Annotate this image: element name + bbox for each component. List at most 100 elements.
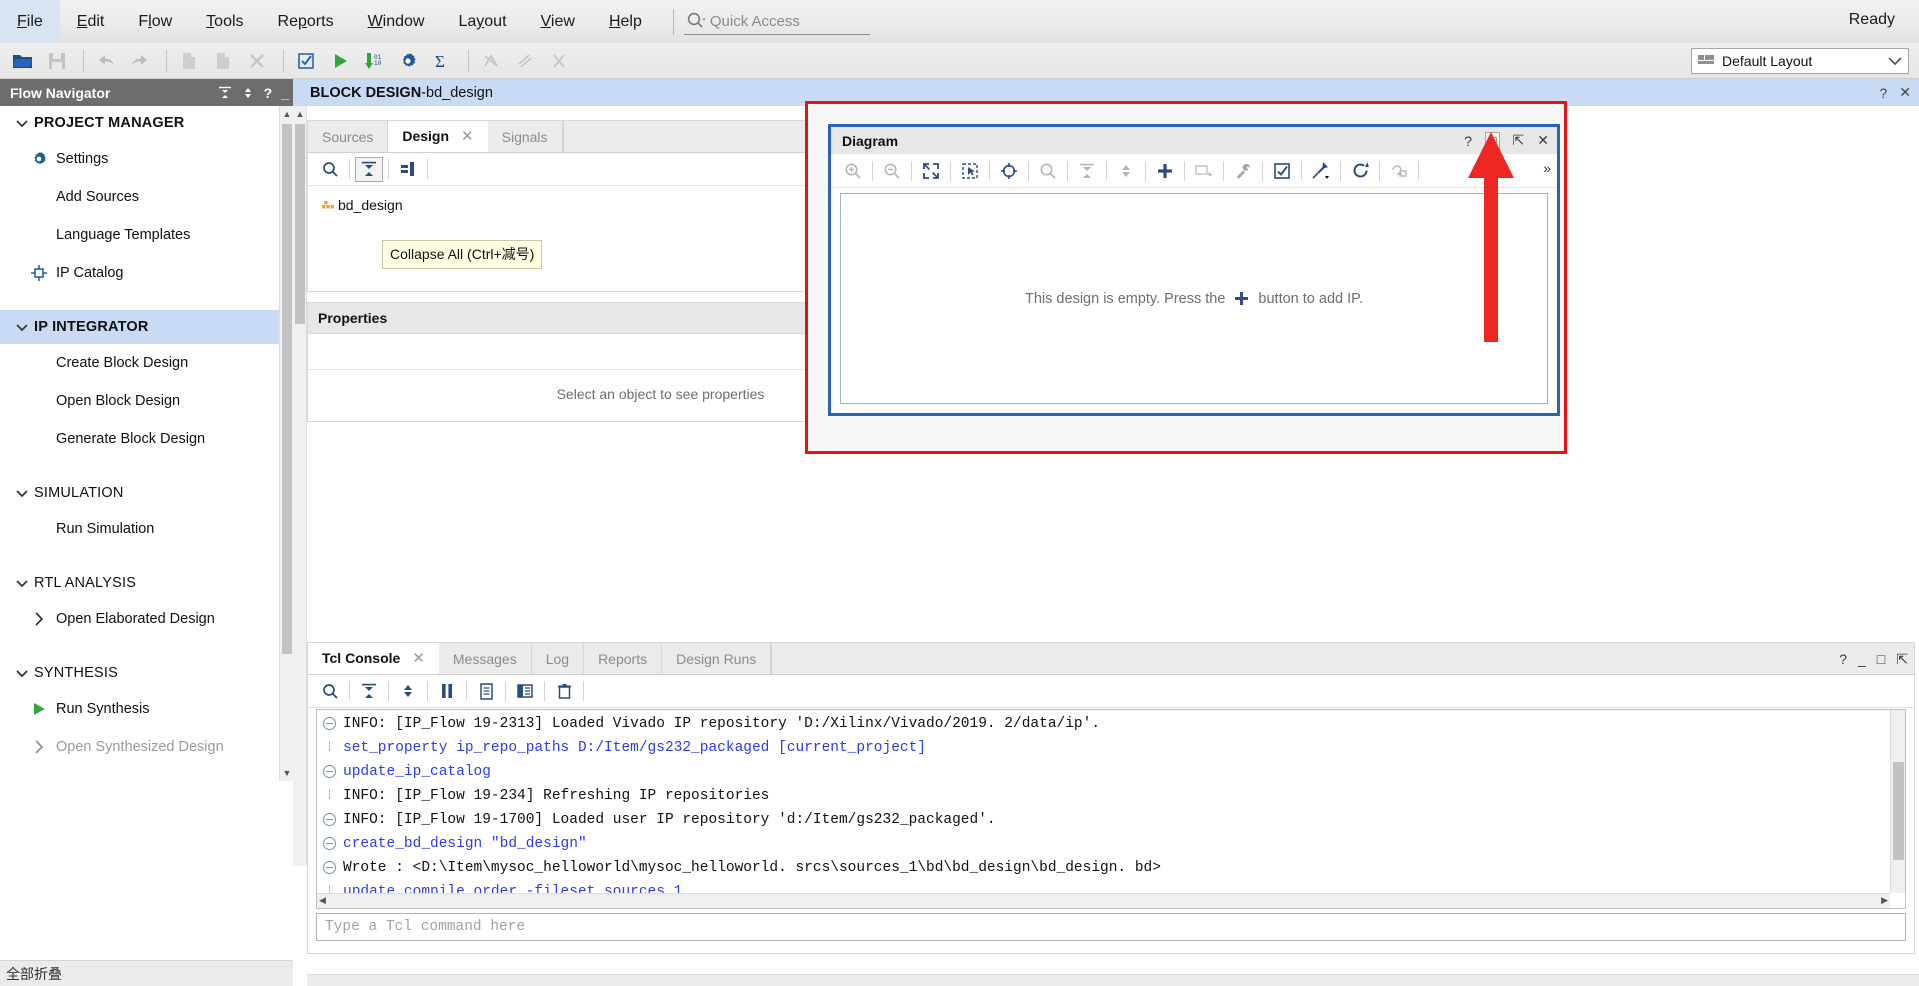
- help-icon[interactable]: ?: [1879, 85, 1887, 101]
- search-input[interactable]: [683, 8, 870, 35]
- copy-icon[interactable]: [174, 47, 204, 75]
- float-icon[interactable]: ⇱: [1896, 651, 1908, 668]
- sidebar-group-simulation[interactable]: SIMULATION: [0, 476, 293, 510]
- scroll-up-arrow-icon[interactable]: ▲: [293, 106, 307, 122]
- menu-flow[interactable]: Flow: [121, 0, 189, 43]
- block-automation-wrench-icon[interactable]: [1229, 158, 1257, 183]
- paste-icon[interactable]: [208, 47, 238, 75]
- route-icon[interactable]: [510, 47, 540, 75]
- save-icon[interactable]: [42, 47, 72, 75]
- tab-reports[interactable]: Reports: [584, 643, 663, 674]
- cut-icon[interactable]: [544, 47, 574, 75]
- expand-collapse-icon[interactable]: [394, 679, 422, 704]
- redo-icon[interactable]: [125, 47, 155, 75]
- quick-access[interactable]: [683, 7, 870, 37]
- tab-log[interactable]: Log: [532, 643, 585, 674]
- sidebar-item-add-sources[interactable]: Add Sources: [0, 178, 293, 216]
- log-fold-node[interactable]: [323, 765, 336, 778]
- zoom-selection-icon[interactable]: [956, 158, 984, 183]
- close-icon[interactable]: ✕: [412, 649, 425, 667]
- scrollbar-thumb[interactable]: [282, 124, 292, 654]
- scrollbar-thumb[interactable]: [295, 124, 305, 324]
- sidebar-item-settings[interactable]: Settings: [0, 140, 293, 178]
- sidebar-item-run-simulation[interactable]: Run Simulation: [0, 510, 293, 548]
- sidebar-item-ip-catalog[interactable]: IP Catalog: [0, 254, 293, 292]
- create-port-icon[interactable]: [1190, 158, 1218, 183]
- minimize-icon[interactable]: _: [281, 86, 289, 100]
- tab-design-runs[interactable]: Design Runs: [662, 643, 772, 674]
- tab-tcl-console[interactable]: Tcl Console ✕: [308, 643, 439, 674]
- scroll-down-arrow-icon[interactable]: ▼: [280, 765, 293, 781]
- close-icon[interactable]: ✕: [461, 127, 474, 145]
- run-icon[interactable]: [325, 47, 355, 75]
- tab-signals[interactable]: Signals: [488, 121, 563, 152]
- sidebar-scrollbar[interactable]: ▲ ▼: [279, 106, 293, 781]
- collapse-all-icon[interactable]: [355, 679, 383, 704]
- search-icon[interactable]: [316, 679, 344, 704]
- tcl-command-input[interactable]: [316, 913, 1906, 941]
- menu-tools[interactable]: Tools: [189, 0, 260, 43]
- validate-design-icon[interactable]: [291, 47, 321, 75]
- zoom-out-icon[interactable]: [878, 158, 906, 183]
- collapse-all-icon[interactable]: [218, 86, 232, 100]
- log-fold-node[interactable]: [323, 861, 336, 874]
- sidebar-item-open-elaborated-design[interactable]: Open Elaborated Design: [0, 600, 293, 638]
- pin-icon[interactable]: [1307, 158, 1335, 183]
- timing-icon[interactable]: [476, 47, 506, 75]
- sidebar-group-ip-integrator[interactable]: IP INTEGRATOR: [0, 310, 293, 344]
- log-fold-node[interactable]: [323, 813, 336, 826]
- log-fold-node[interactable]: [323, 837, 336, 850]
- menu-help[interactable]: Help: [592, 0, 659, 43]
- open-log-icon[interactable]: [511, 679, 539, 704]
- sidebar-item-open-synthesized-design[interactable]: Open Synthesized Design: [0, 728, 293, 766]
- add-ip-plus-icon[interactable]: [1151, 158, 1179, 183]
- sidebar-item-run-synthesis[interactable]: Run Synthesis: [0, 690, 293, 728]
- sidebar-item-open-block-design[interactable]: Open Block Design: [0, 382, 293, 420]
- collapse-all-icon[interactable]: [355, 156, 383, 182]
- collapse-all-icon[interactable]: [1073, 158, 1101, 183]
- menu-reports[interactable]: Reports: [261, 0, 351, 43]
- sidebar-group-synthesis[interactable]: SYNTHESIS: [0, 656, 293, 690]
- sidebar-item-create-block-design[interactable]: Create Block Design: [0, 344, 293, 382]
- sidebar-group-project-manager[interactable]: PROJECT MANAGER: [0, 106, 293, 140]
- validate-design-icon[interactable]: [1268, 158, 1296, 183]
- sidebar-group-rtl-analysis[interactable]: RTL ANALYSIS: [0, 566, 293, 600]
- scrollbar-thumb[interactable]: [1893, 762, 1904, 860]
- layout-selector[interactable]: Default Layout: [1691, 48, 1909, 74]
- settings-gear-icon[interactable]: [393, 47, 423, 75]
- refresh-icon[interactable]: [1346, 158, 1374, 183]
- workspace-scrollbar[interactable]: ▲: [293, 106, 307, 866]
- undo-icon[interactable]: [91, 47, 121, 75]
- fit-to-screen-icon[interactable]: [917, 158, 945, 183]
- scroll-left-arrow-icon[interactable]: ◀: [319, 896, 326, 906]
- menu-window[interactable]: Window: [351, 0, 442, 43]
- menu-layout[interactable]: Layout: [441, 0, 523, 43]
- pause-icon[interactable]: [433, 679, 461, 704]
- report-sigma-icon[interactable]: Σ: [427, 47, 457, 75]
- maximize-icon[interactable]: □: [1877, 651, 1885, 667]
- copy-icon[interactable]: [472, 679, 500, 704]
- help-icon[interactable]: ?: [1839, 651, 1847, 667]
- log-vertical-scrollbar[interactable]: [1890, 710, 1905, 893]
- crosshair-target-icon[interactable]: [995, 158, 1023, 183]
- help-icon[interactable]: ?: [264, 86, 273, 100]
- scroll-up-arrow-icon[interactable]: ▲: [280, 106, 293, 122]
- scroll-right-arrow-icon[interactable]: ▶: [1881, 896, 1888, 906]
- search-icon[interactable]: [316, 157, 344, 182]
- expand-collapse-icon[interactable]: [1112, 158, 1140, 183]
- minimize-icon[interactable]: _: [1858, 651, 1866, 667]
- tab-sources[interactable]: Sources: [308, 121, 389, 152]
- delete-icon[interactable]: [242, 47, 272, 75]
- tab-messages[interactable]: Messages: [439, 643, 532, 674]
- close-icon[interactable]: ✕: [1537, 132, 1549, 149]
- tab-design[interactable]: Design ✕: [388, 121, 488, 152]
- toolbar-overflow-icon[interactable]: »: [1543, 160, 1551, 176]
- generate-bitstream-icon[interactable]: 01 10: [359, 47, 389, 75]
- diagram-canvas[interactable]: This design is empty. Press the button t…: [840, 193, 1548, 404]
- close-icon[interactable]: ✕: [1899, 84, 1911, 101]
- search-icon[interactable]: [1034, 158, 1062, 183]
- menu-edit[interactable]: Edit: [60, 0, 122, 43]
- log-horizontal-scrollbar[interactable]: ◀ ▶: [317, 893, 1890, 908]
- log-fold-node[interactable]: [323, 717, 336, 730]
- sidebar-item-language-templates[interactable]: Language Templates: [0, 216, 293, 254]
